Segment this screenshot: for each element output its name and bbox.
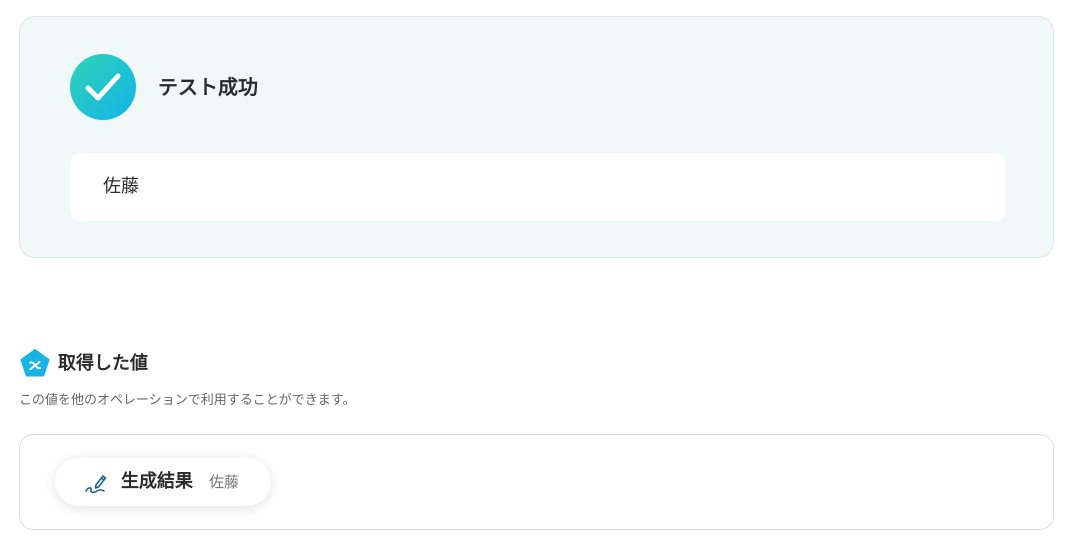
retrieved-values-panel: 生成結果 佐藤 (19, 434, 1054, 530)
success-title: テスト成功 (158, 75, 258, 99)
value-chip-generated-result[interactable]: 生成結果 佐藤 (55, 458, 271, 506)
test-output-box: 佐藤 (70, 153, 1006, 221)
check-circle-icon (70, 54, 136, 120)
pentagon-logo-icon (20, 349, 50, 377)
test-output-text: 佐藤 (103, 176, 139, 197)
retrieved-values-description: この値を他のオペレーションで利用することができます。 (19, 393, 356, 408)
chip-value: 佐藤 (209, 473, 240, 491)
retrieved-values-title: 取得した値 (58, 353, 148, 374)
chip-label: 生成結果 (121, 471, 193, 492)
pen-signature-icon (85, 475, 107, 494)
test-success-panel: テスト成功 佐藤 (19, 16, 1054, 258)
